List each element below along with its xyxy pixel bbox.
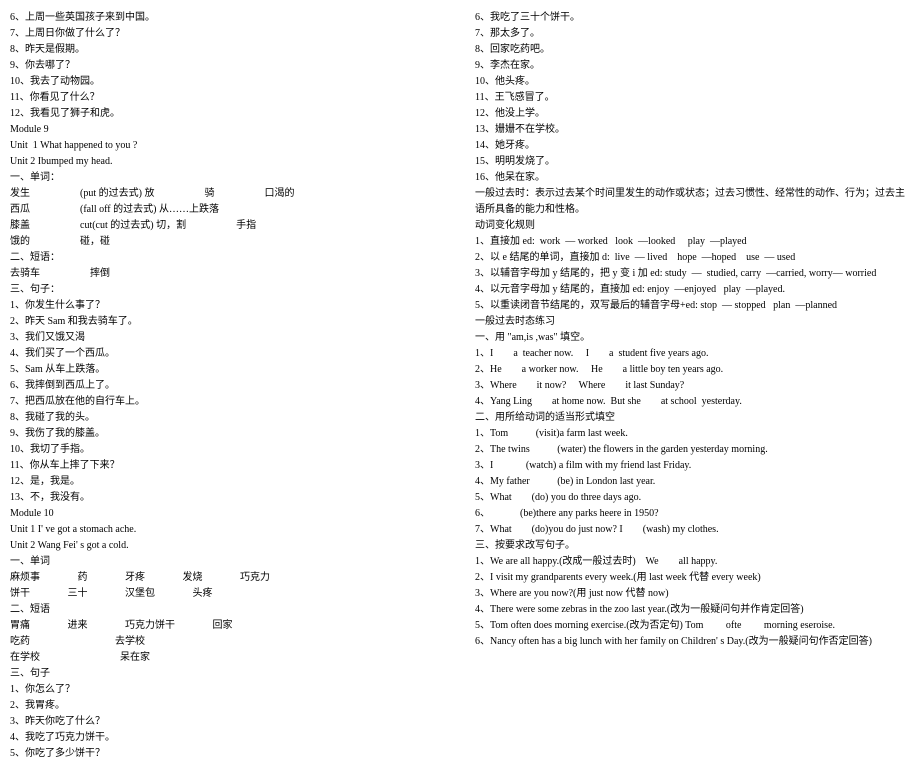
text-line: 二、短语：: [10, 250, 445, 266]
text-line: 7、那太多了。: [475, 26, 910, 42]
text-line: Module 10: [10, 506, 445, 522]
text-line: 7、What (do)you do just now? I (wash) my …: [475, 522, 910, 538]
text-line: 在学校 呆在家: [10, 650, 445, 666]
text-line: 一、单词: [10, 554, 445, 570]
text-line: 12、我看见了狮子和虎。: [10, 106, 445, 122]
text-line: 3、以辅音字母加 y 结尾的，把 y 变 i 加 ed: study ― stu…: [475, 266, 910, 282]
text-line: 1、We are all happy.(改成一般过去时) We all happ…: [475, 554, 910, 570]
text-line: 3、Where it now? Where it last Sunday?: [475, 378, 910, 394]
text-line: 2、我胃疼。: [10, 698, 445, 714]
text-line: 三、句子: [10, 666, 445, 682]
text-line: 1、你发生什么事了？: [10, 298, 445, 314]
text-line: 2、He a worker now. He a little boy ten y…: [475, 362, 910, 378]
text-line: 12、是，我是。: [10, 474, 445, 490]
text-line: 麻烦事 药 牙疼 发烧 巧克力: [10, 570, 445, 586]
text-line: 一、用 "am,is ,was" 填空。: [475, 330, 910, 346]
text-line: 11、你看见了什么？: [10, 90, 445, 106]
text-line: 8、昨天是假期。: [10, 42, 445, 58]
text-line: 4、我们买了一个西瓜。: [10, 346, 445, 362]
text-line: Unit 2 Ibumped my head.: [10, 154, 445, 170]
text-line: Unit 2 Wang Fei' s got a cold.: [10, 538, 445, 554]
text-line: 1、I a teacher now. I a student five year…: [475, 346, 910, 362]
text-line: 3、昨天你吃了什么？: [10, 714, 445, 730]
text-line: 1、你怎么了？: [10, 682, 445, 698]
text-line: 4、Yang Ling at home now. But she at scho…: [475, 394, 910, 410]
text-line: 4、My father (be) in London last year.: [475, 474, 910, 490]
text-line: 5、以重读闭音节结尾的，双写最后的辅音字母+ed: stop ― stopped…: [475, 298, 910, 314]
text-line: 5、Sam 从车上跌落。: [10, 362, 445, 378]
text-line: 3、Where are you now?(用 just now 代替 now): [475, 586, 910, 602]
text-line: 13、姗姗不在学校。: [475, 122, 910, 138]
text-line: 16、他呆在家。: [475, 170, 910, 186]
text-line: 动词变化规则: [475, 218, 910, 234]
text-line: 一般过去时态练习: [475, 314, 910, 330]
text-line: 一般过去时：表示过去某个时间里发生的动作或状态；过去习惯性、经常性的动作、行为；…: [475, 186, 910, 218]
text-line: 5、Tom often does morning exercise.(改为否定句…: [475, 618, 910, 634]
text-line: 4、There were some zebras in the zoo last…: [475, 602, 910, 618]
text-line: 二、短语: [10, 602, 445, 618]
text-line: 吃药 去学校: [10, 634, 445, 650]
text-line: 8、我碰了我的头。: [10, 410, 445, 426]
text-line: 6、上周一些英国孩子来到中国。: [10, 10, 445, 26]
text-line: 12、他没上学。: [475, 106, 910, 122]
text-line: 去骑车 摔倒: [10, 266, 445, 282]
text-line: 6、我吃了三十个饼干。: [475, 10, 910, 26]
text-line: 4、我吃了巧克力饼干。: [10, 730, 445, 746]
text-line: 4、以元音字母加 y 结尾的，直接加 ed: enjoy ―enjoyed pl…: [475, 282, 910, 298]
text-line: 8、回家吃药吧。: [475, 42, 910, 58]
text-line: 15、明明发烧了。: [475, 154, 910, 170]
text-line: 6、我摔倒到西瓜上了。: [10, 378, 445, 394]
text-line: 6、Nancy often has a big lunch with her f…: [475, 634, 910, 650]
text-line: 9、你去哪了？: [10, 58, 445, 74]
text-line: 11、你从车上摔了下来？: [10, 458, 445, 474]
text-line: 饼干 三十 汉堡包 头疼: [10, 586, 445, 602]
text-line: 7、把西瓜放在他的自行车上。: [10, 394, 445, 410]
text-line: 11、王飞感冒了。: [475, 90, 910, 106]
text-line: 1、Tom (visit)a farm last week.: [475, 426, 910, 442]
text-line: Unit 1 I' ve got a stomach ache.: [10, 522, 445, 538]
text-line: 10、他头疼。: [475, 74, 910, 90]
document-page: 6、上周一些英国孩子来到中国。7、上周日你做了什么了？8、昨天是假期。9、你去哪…: [10, 10, 910, 762]
text-line: 2、The twins (water) the flowers in the g…: [475, 442, 910, 458]
text-line: 2、昨天 Sam 和我去骑车了。: [10, 314, 445, 330]
text-line: 5、你吃了多少饼干？: [10, 746, 445, 762]
text-line: 7、上周日你做了什么了？: [10, 26, 445, 42]
left-column: 6、上周一些英国孩子来到中国。7、上周日你做了什么了？8、昨天是假期。9、你去哪…: [10, 10, 445, 762]
text-line: 三、按要求改写句子。: [475, 538, 910, 554]
text-line: 三、句子：: [10, 282, 445, 298]
right-column: 6、我吃了三十个饼干。7、那太多了。8、回家吃药吧。9、李杰在家。10、他头疼。…: [475, 10, 910, 762]
text-line: 2、以 e 结尾的单词，直接加 d: live ― lived hope ―ho…: [475, 250, 910, 266]
text-line: 发生 (put 的过去式) 放 骑 口渴的: [10, 186, 445, 202]
text-line: 饿的 碰，碰: [10, 234, 445, 250]
text-line: 9、李杰在家。: [475, 58, 910, 74]
text-line: 14、她牙疼。: [475, 138, 910, 154]
text-line: 胃痛 进来 巧克力饼干 回家: [10, 618, 445, 634]
text-line: 膝盖 cut(cut 的过去式) 切，割 手指: [10, 218, 445, 234]
text-line: 西瓜 (fall off 的过去式) 从……上跌落: [10, 202, 445, 218]
text-line: 5、What (do) you do three days ago.: [475, 490, 910, 506]
text-line: Module 9: [10, 122, 445, 138]
text-line: 3、我们又饿又渴: [10, 330, 445, 346]
text-line: 9、我伤了我的膝盖。: [10, 426, 445, 442]
text-line: Unit 1 What happened to you ?: [10, 138, 445, 154]
text-line: 1、直接加 ed: work ― worked look ―looked pla…: [475, 234, 910, 250]
text-line: 一、单词：: [10, 170, 445, 186]
text-line: 13、不，我没有。: [10, 490, 445, 506]
text-line: 3、I (watch) a film with my friend last F…: [475, 458, 910, 474]
text-line: 10、我去了动物园。: [10, 74, 445, 90]
text-line: 10、我切了手指。: [10, 442, 445, 458]
text-line: 2、I visit my grandparents every week.(用 …: [475, 570, 910, 586]
text-line: 二、用所给动词的适当形式填空: [475, 410, 910, 426]
text-line: 6、 (be)there any parks heere in 1950?: [475, 506, 910, 522]
